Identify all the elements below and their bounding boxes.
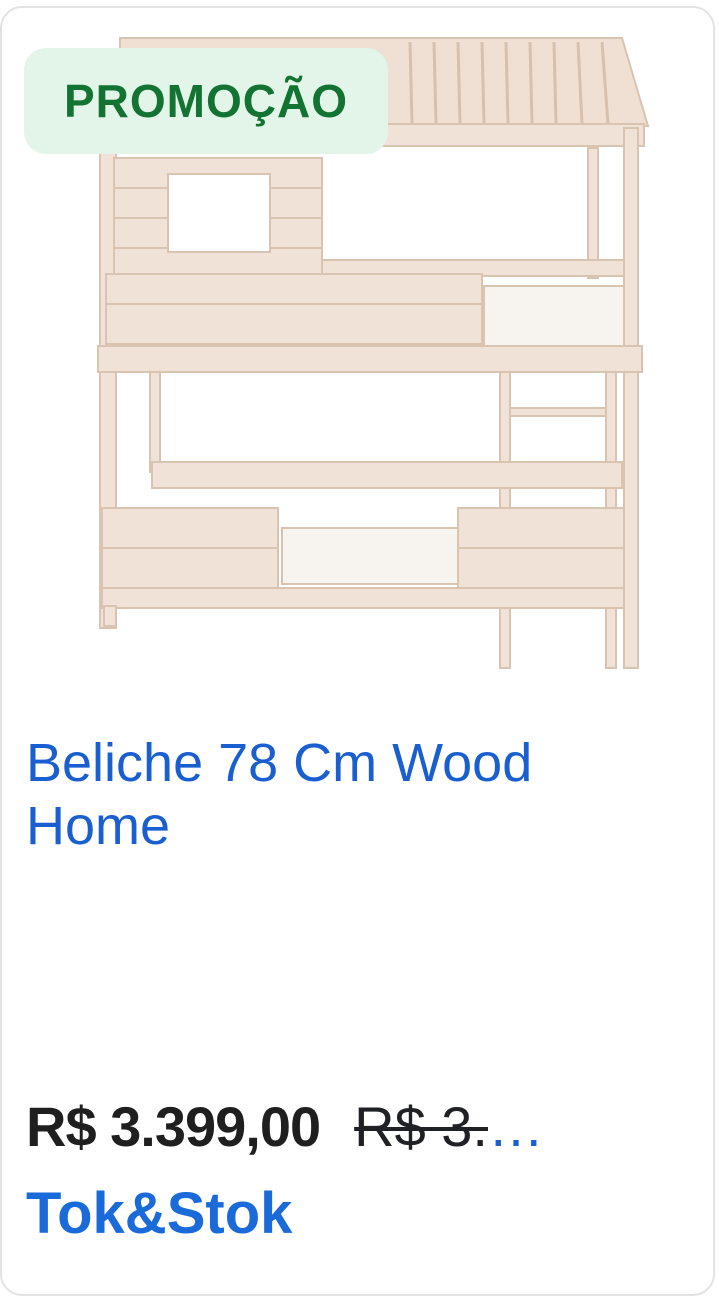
product-image[interactable]: PROMOÇÃO	[2, 8, 713, 688]
store-name-link[interactable]: Tok&Stok	[26, 1180, 292, 1247]
truncation-ellipsis: …	[488, 1095, 544, 1158]
product-card[interactable]: PROMOÇÃO Beliche 78 Cm Wood Home R$ 3.39…	[0, 6, 715, 1296]
current-price: R$ 3.399,00	[26, 1095, 321, 1158]
original-price: R$ 3.	[354, 1095, 488, 1158]
product-title-link[interactable]: Beliche 78 Cm Wood Home	[26, 732, 676, 858]
product-title-line-2: Home	[26, 796, 171, 856]
product-title-line-1: Beliche 78 Cm Wood	[26, 733, 533, 793]
price-row: R$ 3.399,00 R$ 3.…	[26, 1094, 706, 1159]
promo-badge: PROMOÇÃO	[24, 48, 388, 154]
